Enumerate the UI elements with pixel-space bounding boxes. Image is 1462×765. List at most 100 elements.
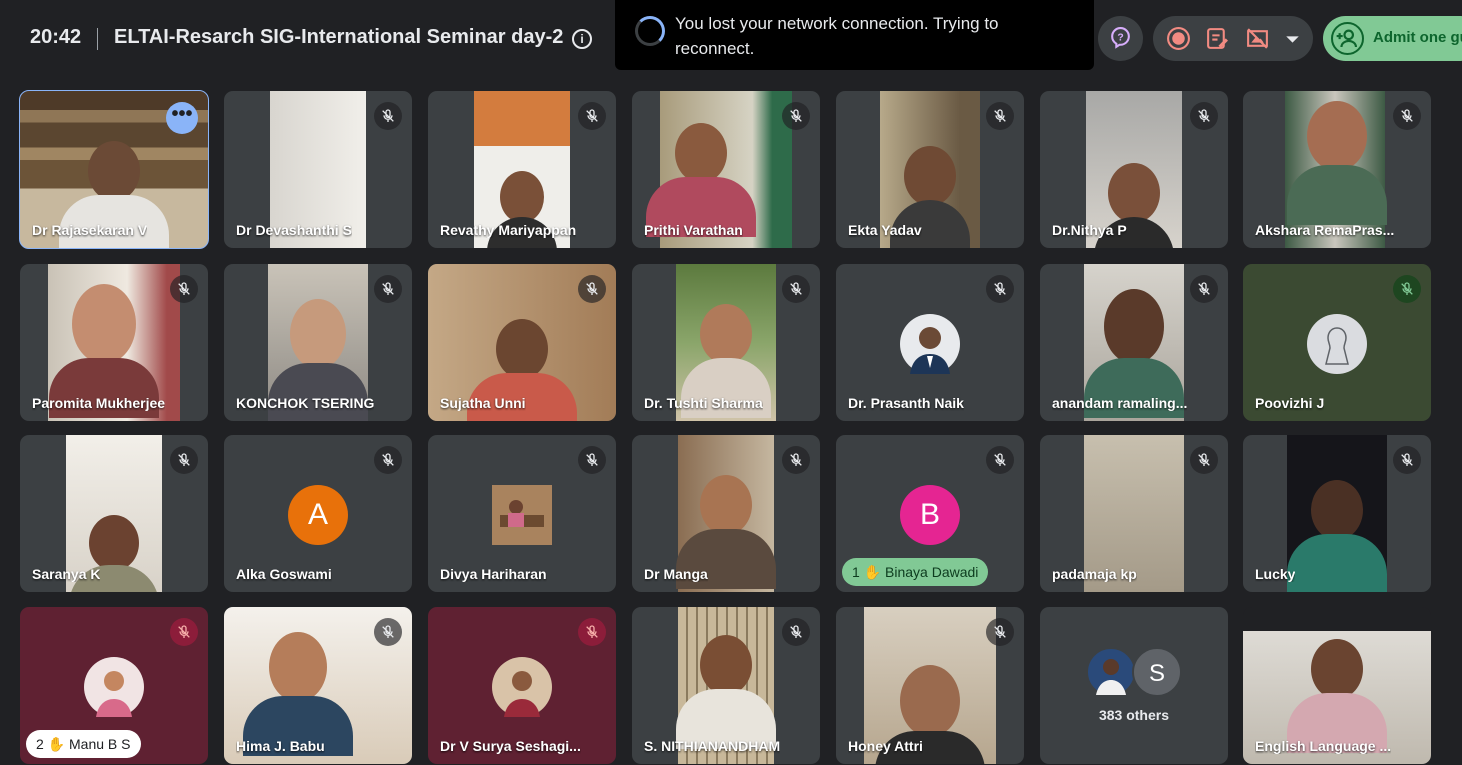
avatar (84, 657, 144, 717)
participant-tile[interactable]: S. NITHIANANDHAM (632, 607, 820, 764)
participant-name: Sujatha Unni (440, 395, 526, 411)
participant-silhouette (1287, 639, 1387, 753)
mic-off-icon (374, 618, 402, 646)
participant-name: Poovizhi J (1255, 395, 1325, 411)
participant-tile[interactable]: anandam ramaling... (1040, 264, 1228, 421)
loading-spinner-icon (635, 16, 665, 46)
avatar (492, 657, 552, 717)
participant-tile[interactable]: Paromita Mukherjee (20, 264, 208, 421)
mic-off-icon (170, 275, 198, 303)
participant-name: Honey Attri (848, 738, 923, 754)
mic-off-icon (986, 446, 1014, 474)
participant-name: Revathy Mariyappan (440, 222, 577, 238)
divider (97, 28, 98, 50)
participant-name: Dr V Surya Seshagi... (440, 738, 581, 754)
svg-text:?: ? (1117, 33, 1123, 44)
mic-off-icon (1190, 275, 1218, 303)
info-icon[interactable]: i (572, 29, 592, 49)
others-tile[interactable]: S 383 others (1040, 607, 1228, 764)
participant-name: Ekta Yadav (848, 222, 922, 238)
participant-tile[interactable]: Dr V Surya Seshagi... (428, 607, 616, 764)
mic-off-icon (782, 446, 810, 474)
participant-name: S. NITHIANANDHAM (644, 738, 781, 754)
question-icon: ? (1111, 27, 1130, 49)
record-icon[interactable] (1166, 26, 1191, 51)
participant-tile[interactable]: Divya Hariharan (428, 435, 616, 592)
mic-off-icon (1190, 446, 1218, 474)
effects-off-icon[interactable] (1245, 26, 1270, 51)
participant-name: Lucky (1255, 566, 1296, 582)
chevron-down-icon[interactable] (1280, 26, 1305, 51)
participant-name: Akshara RemaPras... (1255, 222, 1395, 238)
mic-off-icon (782, 618, 810, 646)
mic-off-icon (986, 618, 1014, 646)
participant-name: Binaya Dawadi (885, 564, 979, 580)
participant-name: Dr Rajasekaran V (32, 222, 148, 238)
raised-hand-icon: ✋ (47, 736, 66, 752)
mic-off-icon (1393, 446, 1421, 474)
participant-name: English Language ... (1255, 738, 1392, 754)
participant-tile[interactable]: Saranya K (20, 435, 208, 592)
participant-tile[interactable]: Akshara RemaPras... (1243, 91, 1431, 248)
participant-tile[interactable]: Revathy Mariyappan (428, 91, 616, 248)
participant-silhouette (1287, 480, 1387, 592)
mic-off-icon (782, 102, 810, 130)
participant-tile[interactable]: padamaja kp (1040, 435, 1228, 592)
participant-name: Hima J. Babu (236, 738, 325, 754)
participant-tile[interactable]: Dr Devashanthi S (224, 91, 412, 248)
avatar: A (288, 485, 348, 545)
meeting-tools-group (1153, 16, 1313, 61)
participant-tile[interactable]: 2 ✋ Manu B S (20, 607, 208, 764)
participant-tile[interactable]: Lucky (1243, 435, 1431, 592)
participant-name: Alka Goswami (236, 566, 332, 582)
mic-off-icon (578, 275, 606, 303)
meeting-title: ELTAI-Resarch SIG-International Seminar … (114, 26, 564, 48)
meeting-clock: 20:42 (30, 26, 82, 48)
participant-name: Dr Manga (644, 566, 708, 582)
participant-tile[interactable]: Ekta Yadav (836, 91, 1024, 248)
participant-tile[interactable]: Dr. Tushti Sharma (632, 264, 820, 421)
others-count: 383 others (1098, 707, 1170, 723)
participant-tile[interactable]: B 1 ✋ Binaya Dawadi (836, 435, 1024, 592)
notes-icon[interactable] (1205, 26, 1230, 51)
top-bar: 20:42 ELTAI-Resarch SIG-International Se… (0, 0, 1462, 80)
participant-name: Divya Hariharan (440, 566, 547, 582)
participant-silhouette (646, 123, 756, 237)
participant-tile[interactable]: Dr.Nithya P (1040, 91, 1228, 248)
participant-tile[interactable]: Honey Attri (836, 607, 1024, 764)
participant-tile[interactable]: Hima J. Babu (224, 607, 412, 764)
mic-off-icon (578, 618, 606, 646)
mic-off-icon (374, 275, 402, 303)
hand-queue-number: 2 (36, 736, 44, 752)
raised-hand-badge: 1 ✋ Binaya Dawadi (842, 558, 989, 586)
participant-tile[interactable]: KONCHOK TSERING (224, 264, 412, 421)
participant-name: Manu B S (69, 736, 131, 752)
admit-label: Admit one gu (1373, 29, 1462, 46)
participant-tile[interactable]: Poovizhi J (1243, 264, 1431, 421)
add-person-icon (1331, 22, 1364, 55)
more-options-icon[interactable]: ••• (166, 102, 198, 134)
help-button[interactable]: ? (1098, 16, 1143, 61)
participant-tile[interactable]: Sujatha Unni (428, 264, 616, 421)
participant-tile[interactable]: ••• Dr Rajasekaran V (19, 90, 209, 249)
mic-off-icon (782, 275, 810, 303)
participant-tile[interactable]: Dr Manga (632, 435, 820, 592)
mic-off-icon (170, 618, 198, 646)
avatar (1307, 314, 1367, 374)
participant-name: Paromita Mukherjee (32, 395, 166, 411)
participant-name: Dr Devashanthi S (236, 222, 352, 238)
mic-off-icon (578, 446, 606, 474)
mic-off-icon (1393, 275, 1421, 303)
participant-tile[interactable]: Dr. Prasanth Naik (836, 264, 1024, 421)
participant-name: Dr. Prasanth Naik (848, 395, 964, 411)
mic-off-icon (578, 102, 606, 130)
participant-name: Prithi Varathan (644, 222, 743, 238)
participant-silhouette (1287, 101, 1387, 225)
participant-tile[interactable]: A Alka Goswami (224, 435, 412, 592)
raised-hand-badge: 2 ✋ Manu B S (26, 730, 141, 758)
participant-tile[interactable]: Prithi Varathan (632, 91, 820, 248)
participant-name: anandam ramaling... (1052, 395, 1188, 411)
raised-hand-icon: ✋ (863, 564, 882, 580)
admit-one-guest-button[interactable]: Admit one gu (1323, 16, 1462, 61)
participant-tile[interactable]: English Language ... (1243, 607, 1431, 764)
